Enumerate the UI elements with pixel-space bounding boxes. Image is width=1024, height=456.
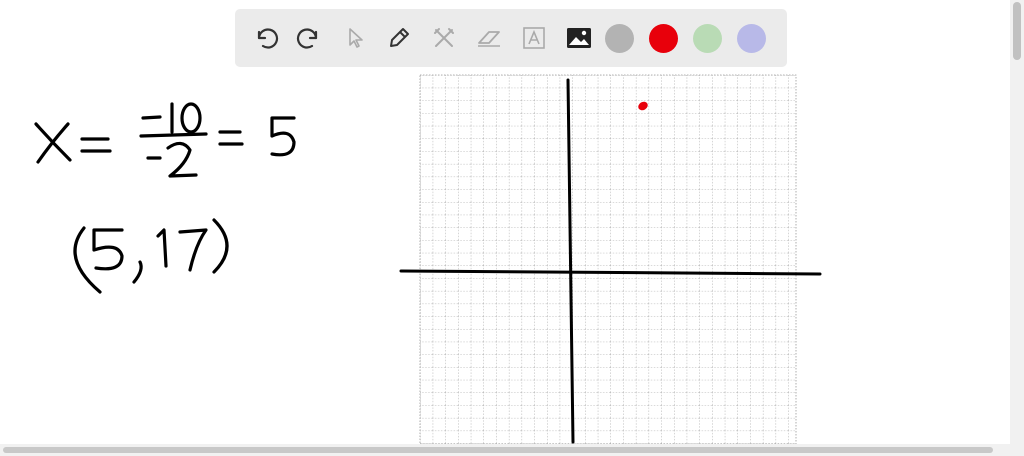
eraser-icon: [477, 31, 500, 47]
color-swatch-green[interactable]: [693, 23, 723, 53]
graph-grid: [419, 74, 797, 444]
color-swatch-purple[interactable]: [737, 23, 767, 53]
horizontal-scrollbar-thumb[interactable]: [3, 447, 993, 453]
text-tool-icon: [522, 27, 545, 49]
select-pointer-icon: [348, 28, 363, 48]
image-button[interactable]: [561, 20, 597, 56]
point-handwriting: [73, 218, 229, 294]
tools-button[interactable]: [426, 20, 462, 56]
drawing-toolbar: [235, 9, 787, 67]
redo-icon: [296, 28, 317, 49]
image-icon: [566, 28, 591, 48]
text-button[interactable]: [516, 20, 552, 56]
pencil-button[interactable]: [381, 20, 417, 56]
tools-cross-icon: [434, 28, 455, 47]
color-swatch-gray[interactable]: [605, 23, 635, 53]
pencil-icon: [390, 28, 410, 47]
redo-button[interactable]: [292, 20, 328, 56]
equation-handwriting: [34, 102, 296, 178]
vertical-scrollbar[interactable]: [1010, 0, 1024, 444]
horizontal-scrollbar[interactable]: [0, 444, 1024, 456]
color-swatch-red[interactable]: [649, 23, 679, 53]
select-button[interactable]: [337, 20, 373, 56]
vertical-scrollbar-thumb[interactable]: [1013, 2, 1021, 60]
eraser-button[interactable]: [471, 20, 507, 56]
undo-icon: [257, 28, 279, 49]
undo-button[interactable]: [247, 20, 283, 56]
